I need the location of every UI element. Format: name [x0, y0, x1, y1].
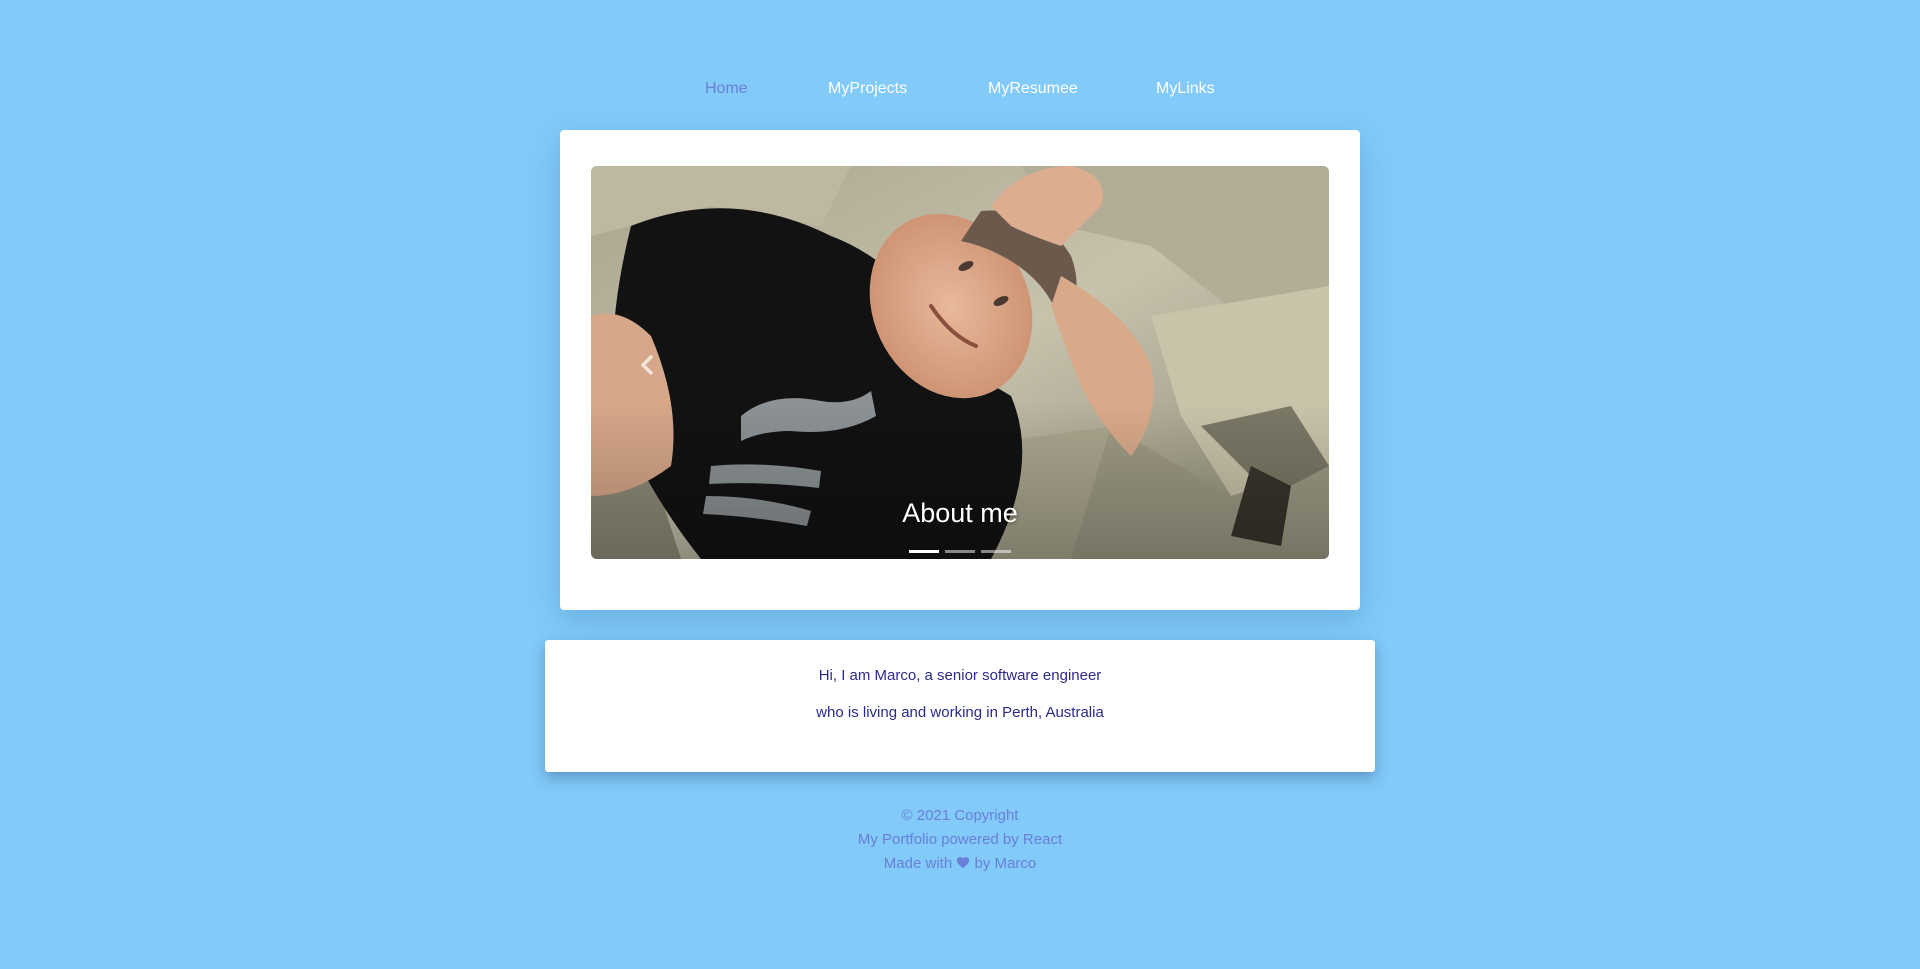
nav-item-resume[interactable]: MyResumee	[988, 80, 1078, 98]
carousel-card: About me	[560, 130, 1360, 610]
carousel-indicator-2[interactable]	[945, 550, 975, 553]
carousel-indicators	[591, 550, 1329, 553]
footer-copyright: © 2021 Copyright	[901, 807, 1019, 824]
heart-icon	[957, 857, 970, 869]
nav-item-home[interactable]: Home	[705, 80, 748, 98]
carousel-indicator-1[interactable]	[909, 550, 939, 553]
carousel-indicator-3[interactable]	[981, 550, 1011, 553]
carousel-prev-button[interactable]	[635, 352, 659, 378]
carousel: About me	[591, 166, 1329, 559]
chevron-left-icon	[641, 355, 653, 375]
nav-item-projects[interactable]: MyProjects	[828, 80, 907, 98]
about-card: Hi, I am Marco, a senior software engine…	[545, 640, 1375, 772]
footer: © 2021 Copyright My Portfolio powered by…	[0, 804, 1920, 876]
footer-made-with: Made with by Marco	[0, 852, 1920, 876]
about-text-line-2: who is living and working in Perth, Aust…	[816, 704, 1104, 721]
nav-item-links[interactable]: MyLinks	[1156, 80, 1215, 98]
footer-powered-by: My Portfolio powered by React	[857, 831, 1063, 848]
carousel-caption: About me	[902, 498, 1018, 528]
about-text-line-1: Hi, I am Marco, a senior software engine…	[818, 667, 1102, 684]
footer-made-suffix: by Marco	[974, 855, 1037, 872]
page: Home MyProjects MyResumee MyLinks About …	[0, 0, 1920, 969]
footer-made-prefix: Made with	[883, 855, 953, 872]
